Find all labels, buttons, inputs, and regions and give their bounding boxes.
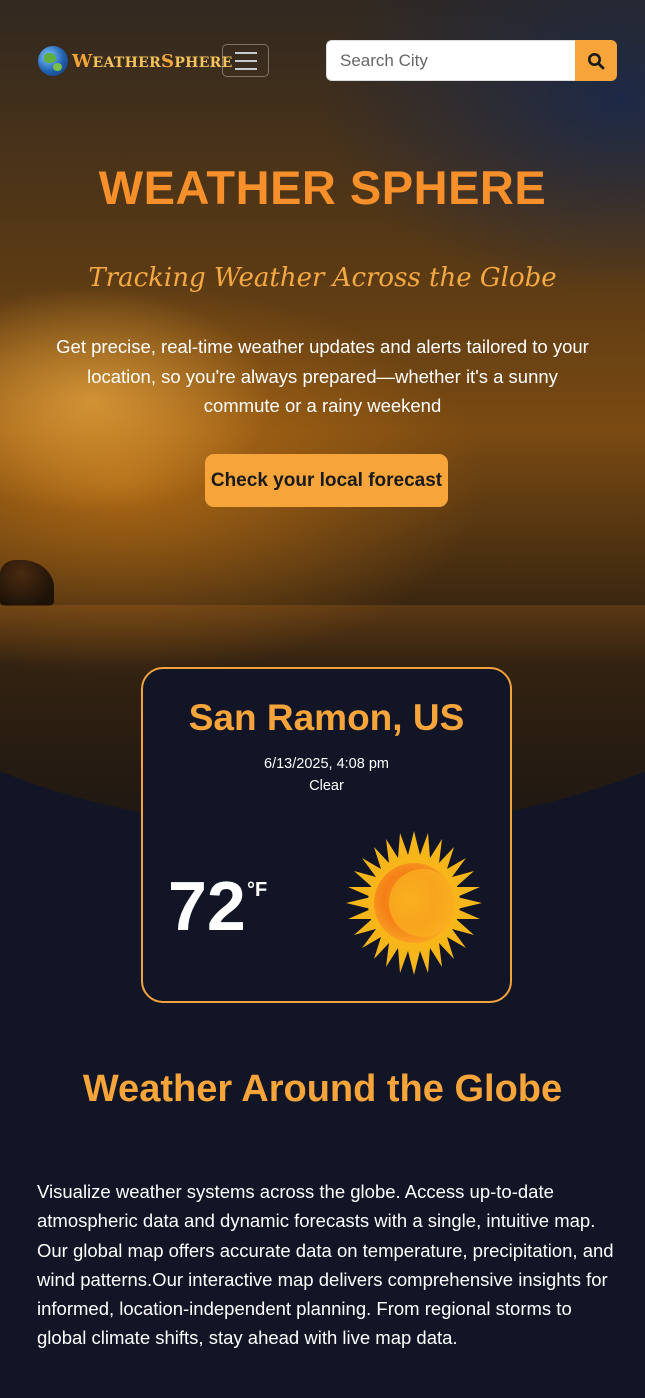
city-search-input[interactable] xyxy=(326,40,575,81)
temperature-value: 72 xyxy=(168,867,246,945)
hero-tagline: Tracking Weather Across the Globe xyxy=(88,263,557,293)
hamburger-line xyxy=(234,59,257,62)
city-search-form xyxy=(326,40,617,81)
search-icon xyxy=(588,52,605,69)
hamburger-line xyxy=(234,67,257,70)
search-button[interactable] xyxy=(575,40,617,81)
check-forecast-button[interactable]: Check your local forecast xyxy=(205,454,448,507)
hero-water-reflection xyxy=(0,605,645,665)
menu-toggle-button[interactable] xyxy=(222,44,269,77)
local-datetime: 6/13/2025, 4:08 pm xyxy=(264,756,389,772)
globe-logo-icon xyxy=(38,46,68,76)
globe-section-description: Visualize weather systems across the glo… xyxy=(37,1181,614,1349)
sun-icon xyxy=(346,831,482,975)
globe-section-title: Weather Around the Globe xyxy=(82,1068,563,1110)
city-name: San Ramon, US xyxy=(188,697,465,738)
weather-card: San Ramon, US 6/13/2025, 4:08 pm Clear 7… xyxy=(141,667,512,1003)
hero-description: Get precise, real-time weather updates a… xyxy=(56,336,589,416)
weather-condition: Clear xyxy=(309,778,344,794)
temperature-unit: °F xyxy=(247,879,268,901)
hamburger-line xyxy=(234,51,257,54)
brand-logo[interactable]: WEATHERSPHERE xyxy=(38,46,233,76)
hero-title: WEATHER SPHERE xyxy=(98,161,547,214)
navbar: WEATHERSPHERE xyxy=(0,0,645,120)
brand-name: WEATHERSPHERE xyxy=(72,50,233,72)
